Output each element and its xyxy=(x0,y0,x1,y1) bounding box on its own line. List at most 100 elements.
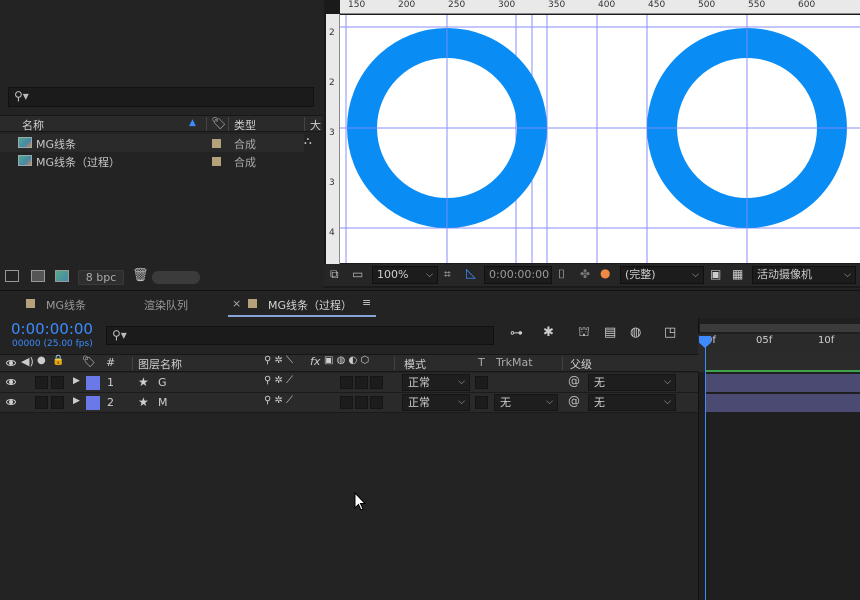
lock-toggle[interactable] xyxy=(51,396,64,409)
expand-arrow-icon[interactable]: ▶ xyxy=(73,376,80,386)
solo-icon[interactable]: ● xyxy=(37,355,46,366)
label-swatch[interactable] xyxy=(212,157,221,166)
region-of-interest-icon[interactable]: ▣ xyxy=(710,267,721,281)
switches-icons-2[interactable]: ▣ ◍ ◐ ⬡ xyxy=(324,355,369,366)
preserve-transparency-toggle[interactable] xyxy=(475,396,488,409)
chevron-down-icon: ⌵ xyxy=(546,397,553,407)
column-parent[interactable]: 父级 xyxy=(570,356,592,372)
lock-icon[interactable]: 🔒 xyxy=(52,355,64,366)
transparency-grid-icon[interactable]: ▦ xyxy=(732,267,743,281)
footer-scrollbar[interactable] xyxy=(152,271,200,284)
column-t[interactable]: T xyxy=(478,356,485,369)
audio-icon[interactable]: ◀) xyxy=(21,355,34,368)
switch-box[interactable] xyxy=(355,376,368,389)
monitor-icon[interactable]: ▭ xyxy=(352,267,363,281)
tab-label: MG线条（过程） xyxy=(268,299,353,312)
search-icon: ⚲▾ xyxy=(14,89,29,103)
bpc-button[interactable]: 8 bpc xyxy=(78,270,124,285)
top-ruler[interactable]: 150 200 250 300 350 400 450 500 550 600 xyxy=(340,0,860,14)
new-folder-icon[interactable] xyxy=(31,270,45,282)
chevron-down-icon: ⌵ xyxy=(844,270,851,280)
parent-dropdown[interactable]: 无 ⌵ xyxy=(588,394,676,411)
switch-box[interactable] xyxy=(340,376,353,389)
mask-path-icon[interactable]: ◺ xyxy=(466,266,476,281)
layer-name[interactable]: M xyxy=(158,396,168,409)
layer-switches[interactable]: ⚲ ✲ ⟋ xyxy=(264,395,293,406)
timeline-search-input[interactable]: ⚲▾ xyxy=(106,326,494,345)
snapshot-region-icon[interactable]: ⧉ xyxy=(330,267,339,282)
color-channels-icon[interactable]: ● xyxy=(600,266,610,280)
column-type[interactable]: 类型 xyxy=(234,117,256,133)
expand-arrow-icon[interactable]: ▶ xyxy=(73,396,80,406)
eye-icon[interactable] xyxy=(6,360,16,366)
time-ruler[interactable]: 0f 05f 10f xyxy=(698,334,860,354)
eye-icon[interactable] xyxy=(6,399,16,405)
eye-icon[interactable] xyxy=(6,379,16,385)
trash-icon[interactable]: 🗑 xyxy=(132,268,149,283)
camera-dropdown[interactable]: 活动摄像机 ⌵ xyxy=(752,266,856,284)
layer-label-color[interactable] xyxy=(86,396,100,410)
work-area-bar[interactable] xyxy=(700,324,860,332)
zoom-dropdown[interactable]: 100% ⌵ xyxy=(372,266,438,284)
flowchart-icon[interactable]: ⛬ xyxy=(304,134,312,148)
column-layer-name[interactable]: 图层名称 xyxy=(138,356,182,372)
preserve-transparency-toggle[interactable] xyxy=(475,376,488,389)
composition-canvas[interactable] xyxy=(340,15,860,263)
mode-dropdown[interactable]: 正常 ⌵ xyxy=(402,374,470,391)
panel-menu-icon[interactable]: ≡ xyxy=(362,296,371,309)
left-ruler[interactable]: 2 2 3 3 4 xyxy=(326,14,340,264)
sort-ascending-icon[interactable]: ▲ xyxy=(189,118,196,128)
column-more[interactable]: 大 xyxy=(310,117,321,133)
switches-icons[interactable]: ⚲ ✲ ⟍ xyxy=(264,355,293,366)
layer-duration-bar[interactable] xyxy=(705,374,860,392)
current-time-indicator[interactable] xyxy=(705,340,706,600)
label-tag-icon[interactable]: 🏷 xyxy=(82,355,96,368)
timecode-display[interactable]: 0:00:00:00 xyxy=(484,266,552,284)
draft-3d-icon[interactable]: ✱ xyxy=(543,325,554,340)
layer-name[interactable]: G xyxy=(158,376,167,389)
layer-row[interactable]: ▶ 1 ★ G ⚲ ✲ ⟋ 正常 ⌵ @ 无 ⌵ xyxy=(0,373,698,393)
parent-value: 无 xyxy=(594,396,605,409)
tab-render-queue[interactable]: 渲染队列 xyxy=(136,295,216,315)
camera-snapshot-icon[interactable]: ⌷ xyxy=(558,267,565,282)
graph-editor-icon[interactable]: ◳ xyxy=(664,325,676,340)
tab-mg-lines[interactable]: MG线条 xyxy=(18,295,118,315)
switch-box[interactable] xyxy=(370,376,383,389)
close-icon[interactable]: × xyxy=(232,297,241,310)
interpret-footage-icon[interactable] xyxy=(5,270,19,282)
grid-options-icon[interactable]: ⌗ xyxy=(444,267,451,282)
project-item[interactable]: MG线条 合成 xyxy=(0,134,304,152)
layer-label-color[interactable] xyxy=(86,376,100,390)
lock-toggle[interactable] xyxy=(51,376,64,389)
layer-duration-bar[interactable] xyxy=(705,394,860,412)
current-time-display[interactable]: 0:00:00:00 xyxy=(11,320,93,338)
resolution-dropdown[interactable]: (完整) ⌵ xyxy=(620,266,704,284)
audio-toggle[interactable] xyxy=(35,396,48,409)
mode-dropdown[interactable]: 正常 ⌵ xyxy=(402,394,470,411)
switch-box[interactable] xyxy=(340,396,353,409)
motion-blur-icon[interactable]: ◍ xyxy=(630,325,641,340)
column-name[interactable]: 名称 xyxy=(22,117,44,133)
pick-whip-icon[interactable]: @ xyxy=(568,394,580,408)
column-mode[interactable]: 模式 xyxy=(404,356,426,372)
audio-toggle[interactable] xyxy=(35,376,48,389)
label-swatch[interactable] xyxy=(212,139,221,148)
layer-row[interactable]: ▶ 2 ★ M ⚲ ✲ ⟋ 正常 ⌵ 无 ⌵ @ 无 ⌵ xyxy=(0,393,698,413)
switch-box[interactable] xyxy=(370,396,383,409)
layer-switches[interactable]: ⚲ ✲ ⟋ xyxy=(264,375,293,386)
project-item[interactable]: MG线条（过程） 合成 xyxy=(0,152,304,170)
new-composition-icon[interactable] xyxy=(55,270,69,282)
pick-whip-icon[interactable]: @ xyxy=(568,374,580,388)
tag-icon[interactable]: 🏷 xyxy=(211,116,226,130)
project-search-input[interactable]: ⚲▾ xyxy=(8,87,314,107)
shy-layers-icon[interactable]: ⛫ xyxy=(578,325,590,342)
column-trkmat[interactable]: TrkMat xyxy=(496,356,533,369)
parent-dropdown[interactable]: 无 ⌵ xyxy=(588,374,676,391)
column-fx[interactable]: fx xyxy=(310,355,320,368)
composition-flowchart-icon[interactable]: ⊶ xyxy=(510,326,523,341)
show-snapshot-icon[interactable]: ✤ xyxy=(580,267,590,281)
switch-box[interactable] xyxy=(355,396,368,409)
trkmat-dropdown[interactable]: 无 ⌵ xyxy=(494,394,558,411)
frame-blending-icon[interactable]: ▤ xyxy=(604,325,616,340)
tab-mg-lines-process[interactable]: × MG线条（过程） ≡ xyxy=(228,295,376,317)
